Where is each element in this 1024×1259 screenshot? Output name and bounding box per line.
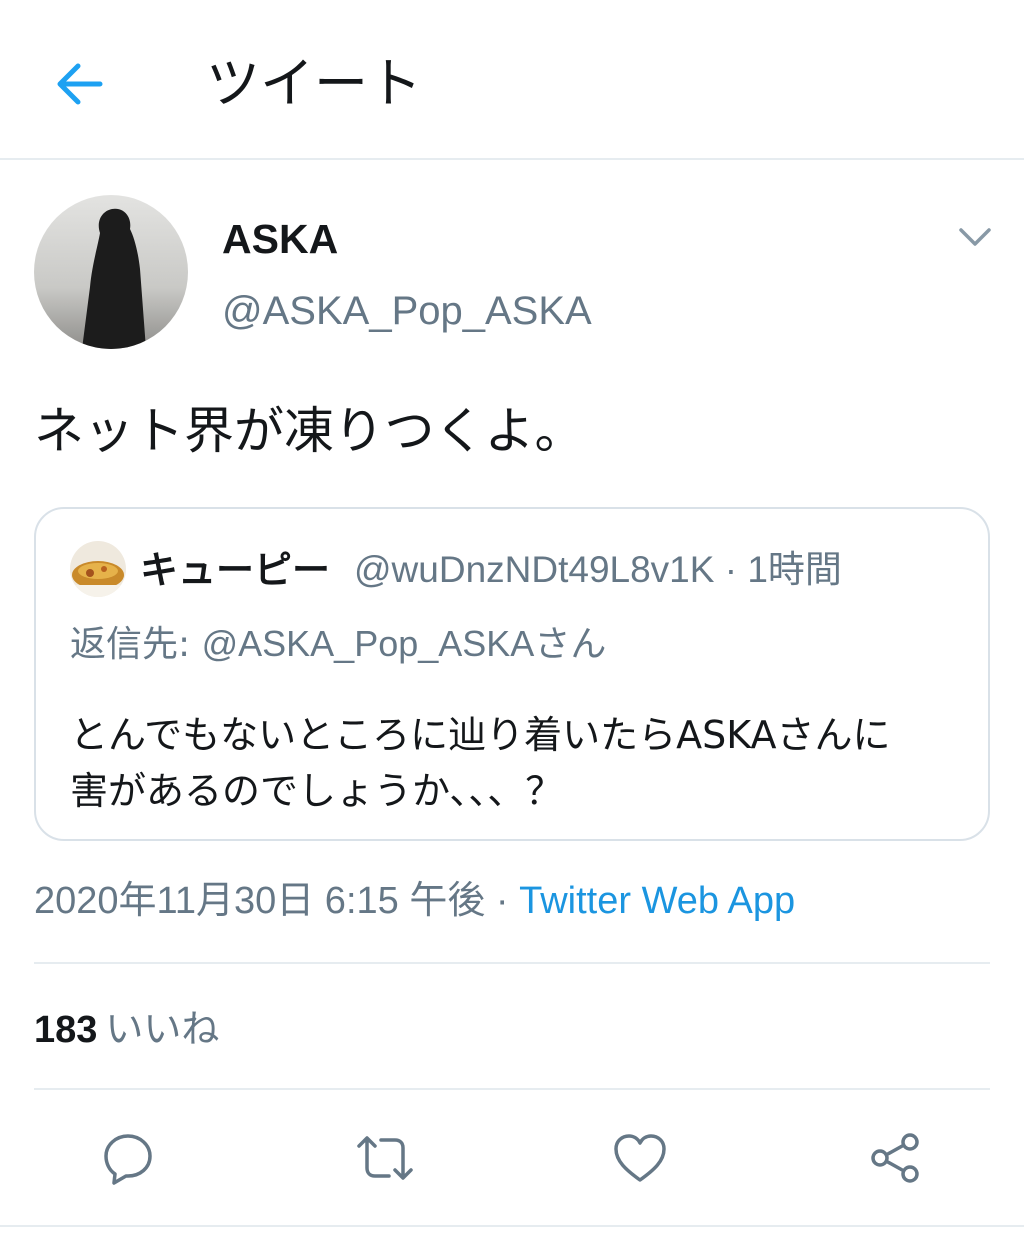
author-display-name[interactable]: ASKA bbox=[222, 214, 338, 264]
quoted-tweet-card[interactable]: キューピー @wuDnzNDt49L8v1K · 1時間 返信先: @ASKA_… bbox=[34, 507, 990, 841]
like-icon bbox=[614, 1134, 666, 1182]
likes-count: 183 bbox=[34, 1009, 98, 1051]
reply-icon bbox=[104, 1134, 152, 1185]
quoted-display-name[interactable]: キューピー bbox=[140, 545, 330, 595]
divider bbox=[0, 1225, 1024, 1227]
tweet-menu-button[interactable] bbox=[955, 222, 995, 252]
top-bar: ツイート bbox=[0, 0, 1024, 160]
quoted-avatar[interactable] bbox=[70, 541, 126, 597]
quoted-time: · 1時間 bbox=[724, 549, 842, 590]
reply-to-label: 返信先: bbox=[70, 624, 202, 665]
avatar[interactable] bbox=[34, 195, 188, 349]
quoted-text-line: とんでもないところに辿り着いたらASKAさんに bbox=[70, 713, 891, 757]
quoted-handle[interactable]: @wuDnzNDt49L8v1K bbox=[354, 549, 714, 590]
retweet-icon bbox=[357, 1136, 413, 1180]
tweet-timestamp: 2020年11月30日 6:15 午後 bbox=[34, 880, 486, 922]
like-button[interactable] bbox=[612, 1130, 668, 1186]
quoted-text-line: 害があるのでしょうか、、、？ bbox=[70, 769, 564, 813]
reply-to-user[interactable]: @ASKA_Pop_ASKAさん bbox=[202, 623, 607, 664]
meta-separator: · bbox=[485, 880, 520, 922]
retweet-button[interactable] bbox=[355, 1130, 413, 1186]
share-button[interactable] bbox=[868, 1130, 924, 1186]
quoted-handle-time: @wuDnzNDt49L8v1K · 1時間 bbox=[354, 545, 842, 595]
page-title: ツイート bbox=[206, 52, 422, 115]
share-icon bbox=[871, 1133, 919, 1183]
reply-button[interactable] bbox=[100, 1130, 156, 1186]
chevron-down-icon bbox=[959, 228, 991, 246]
tweet-meta: 2020年11月30日 6:15 午後 · Twitter Web App bbox=[34, 876, 795, 926]
quoted-reply-to: 返信先: @ASKA_Pop_ASKAさん bbox=[70, 619, 606, 670]
author-handle[interactable]: @ASKA_Pop_ASKA bbox=[222, 286, 592, 336]
divider bbox=[34, 1088, 990, 1090]
likes-row[interactable]: 183 いいね bbox=[34, 1004, 219, 1055]
quoted-text: とんでもないところに辿り着いたらASKAさんに 害があるのでしょうか、、、？ bbox=[70, 707, 970, 819]
likes-label: いいね bbox=[105, 1007, 220, 1051]
arrow-left-icon bbox=[57, 63, 103, 105]
divider bbox=[34, 962, 990, 964]
tweet-source-link[interactable]: Twitter Web App bbox=[519, 880, 795, 922]
tweet-text: ネット界が凍りつくよ。 bbox=[34, 402, 585, 460]
back-button[interactable] bbox=[52, 56, 108, 112]
